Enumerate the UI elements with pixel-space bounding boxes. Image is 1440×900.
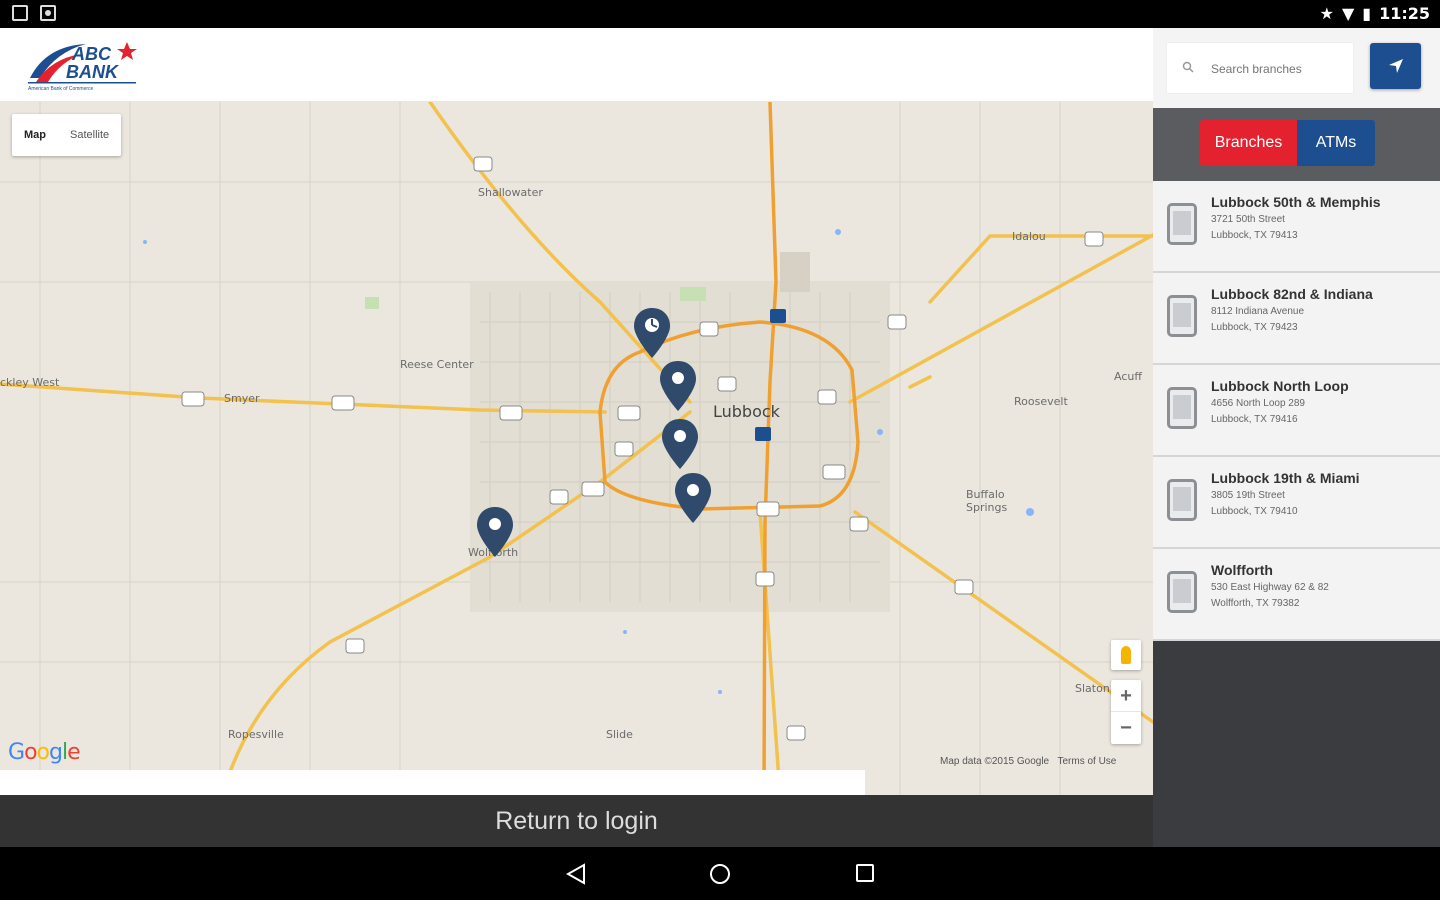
label-roosevelt: Roosevelt [1014, 395, 1068, 408]
branch-address: 3805 19th Street Lubbock, TX 79410 [1211, 490, 1298, 517]
battery-icon: ▮ [1362, 4, 1372, 23]
branch-list: Lubbock 50th & Memphis 3721 50th Street … [1153, 181, 1440, 641]
screenshot-icon [12, 5, 28, 21]
label-smyer: Smyer [224, 392, 260, 405]
zoom-in-button[interactable]: + [1111, 680, 1141, 712]
mobile-device-icon [1167, 571, 1197, 613]
branch-pin[interactable] [476, 506, 514, 558]
label-ropesville: Ropesville [228, 728, 284, 741]
branch-address: 3721 50th Street Lubbock, TX 79413 [1211, 214, 1298, 241]
branch-atm-toggle-area: Branches ATMs [1153, 108, 1440, 181]
google-logo: Google [8, 740, 81, 765]
branch-pin[interactable] [633, 307, 671, 359]
label-reese-center: Reese Center [400, 358, 474, 371]
mobile-device-icon [1167, 295, 1197, 337]
label-buffalo-springs: Buffalo Springs [966, 488, 1008, 514]
map-type-map[interactable]: Map [12, 114, 58, 156]
map-canvas[interactable]: Map Satellite Shallowater Idalou Reese C… [0, 102, 1153, 795]
label-hockley-west: ckley West [0, 376, 60, 389]
map-type-control: Map Satellite [12, 114, 122, 156]
zoom-control: + − [1111, 680, 1141, 744]
label-acuff: Acuff [1114, 370, 1142, 383]
branch-name: Wolfforth [1211, 562, 1273, 578]
branch-address: 4656 North Loop 289 Lubbock, TX 79416 [1211, 398, 1305, 425]
home-icon[interactable] [709, 863, 731, 885]
branch-address: 8112 Indiana Avenue Lubbock, TX 79423 [1211, 306, 1305, 333]
branch-pin[interactable] [659, 360, 697, 412]
back-icon[interactable] [566, 863, 586, 885]
branch-name: Lubbock 19th & Miami [1211, 470, 1360, 486]
branch-list-item[interactable]: Lubbock 19th & Miami 3805 19th Street Lu… [1153, 457, 1440, 549]
search-icon [1182, 61, 1194, 73]
system-navigation-bar [0, 847, 1440, 900]
label-idalou: Idalou [1012, 230, 1046, 243]
star-icon: ★ [1319, 4, 1334, 23]
label-slide: Slide [606, 728, 633, 741]
branch-name: Lubbock 50th & Memphis [1211, 194, 1381, 210]
label-slaton: Slaton [1075, 682, 1110, 695]
branch-pin[interactable] [674, 472, 712, 524]
branch-list-item[interactable]: Lubbock 50th & Memphis 3721 50th Street … [1153, 181, 1440, 273]
label-lubbock: Lubbock [713, 402, 780, 421]
tab-branches[interactable]: Branches [1200, 120, 1297, 166]
svg-text:BANK: BANK [66, 62, 120, 82]
mobile-device-icon [1167, 387, 1197, 429]
street-view-pegman-icon[interactable] [1111, 640, 1141, 670]
wifi-icon: ▼ [1341, 4, 1355, 23]
map-bottom-strip [0, 770, 865, 795]
branch-address: 530 East Highway 62 & 82 Wolfforth, TX 7… [1211, 582, 1329, 609]
return-to-login-button[interactable]: Return to login [0, 795, 1153, 847]
locate-me-button[interactable] [1370, 43, 1421, 89]
map-type-satellite[interactable]: Satellite [58, 114, 121, 156]
label-shallowater: Shallowater [478, 186, 543, 199]
search-box [1166, 42, 1354, 94]
branch-pin[interactable] [661, 418, 699, 470]
app-header: ABC BANK American Bank of Commerce [0, 28, 1153, 102]
photo-icon [40, 5, 56, 21]
svg-text:American Bank of Commerce: American Bank of Commerce [28, 86, 94, 92]
branch-atm-toggle: Branches ATMs [1200, 120, 1375, 166]
mobile-device-icon [1167, 203, 1197, 245]
status-bar: ★ ▼ ▮ 11:25 [0, 0, 1440, 28]
branch-list-item[interactable]: Lubbock North Loop 4656 North Loop 289 L… [1153, 365, 1440, 457]
branch-sidebar: Branches ATMs Lubbock 50th & Memphis 372… [1153, 28, 1440, 847]
map-attribution: Map data ©2015 Google Terms of Use [940, 756, 1117, 767]
map-base [0, 102, 1153, 795]
search-input[interactable] [1211, 57, 1346, 81]
tab-atms[interactable]: ATMs [1297, 120, 1375, 166]
navigation-arrow-icon [1389, 59, 1403, 73]
mobile-device-icon [1167, 479, 1197, 521]
clock: 11:25 [1379, 4, 1430, 23]
branch-list-item[interactable]: Wolfforth 530 East Highway 62 & 82 Wolff… [1153, 549, 1440, 641]
svg-text:ABC: ABC [71, 44, 112, 64]
branch-name: Lubbock North Loop [1211, 378, 1349, 394]
recents-icon[interactable] [855, 863, 875, 883]
terms-of-use-link[interactable]: Terms of Use [1057, 756, 1116, 767]
branch-list-item[interactable]: Lubbock 82nd & Indiana 8112 Indiana Aven… [1153, 273, 1440, 365]
search-bar [1153, 28, 1440, 108]
zoom-out-button[interactable]: − [1111, 712, 1141, 744]
branch-name: Lubbock 82nd & Indiana [1211, 286, 1373, 302]
abc-bank-logo[interactable]: ABC BANK American Bank of Commerce [26, 38, 141, 94]
